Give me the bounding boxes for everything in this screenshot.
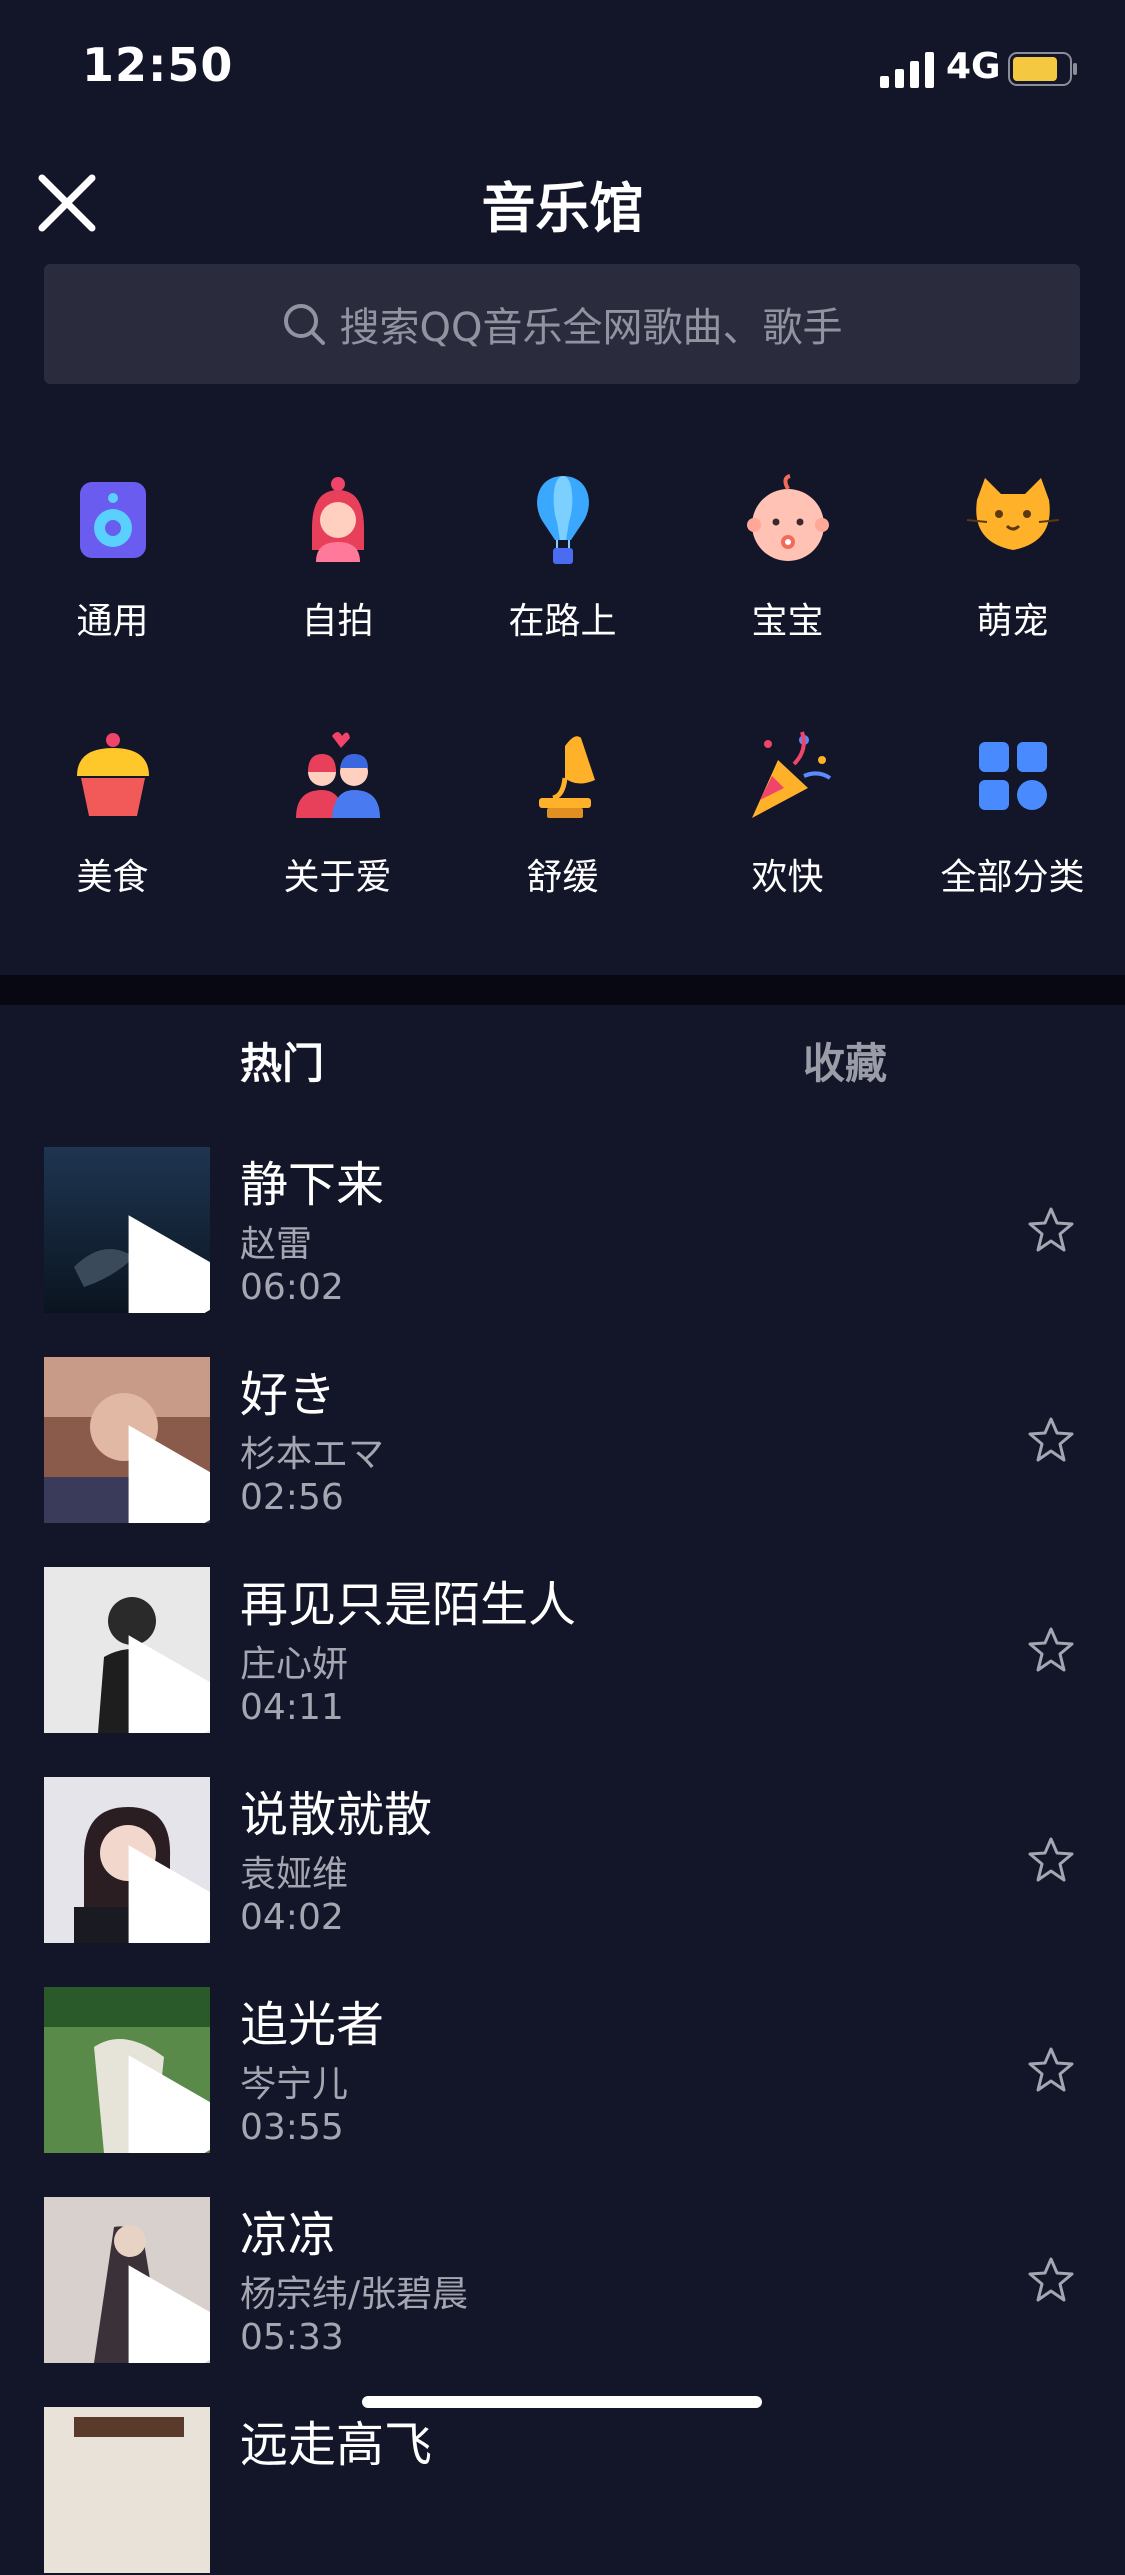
album-cover[interactable] — [44, 1357, 210, 1523]
balloon-icon — [536, 476, 589, 564]
category-label: 全部分类 — [940, 857, 1085, 898]
speaker-icon — [79, 482, 146, 558]
category-label: 在路上 — [508, 601, 617, 642]
search-icon — [283, 304, 325, 345]
girl-icon — [311, 477, 364, 562]
album-cover[interactable] — [44, 2197, 210, 2363]
album-cover[interactable] — [44, 1147, 210, 1313]
star-icon[interactable] — [1026, 2255, 1076, 2305]
play-icon — [128, 1215, 210, 1313]
song-row[interactable]: 静下来 赵雷 06:02 — [0, 1145, 1125, 1315]
category-cheerful[interactable]: 欢快 — [675, 726, 900, 946]
song-title: 凉凉 — [240, 2207, 337, 2263]
play-icon — [128, 1845, 210, 1943]
song-row[interactable]: 凉凉 杨宗纬/张碧晨 05:33 — [0, 2195, 1125, 2365]
category-label: 关于爱 — [283, 857, 392, 898]
play-icon — [128, 2055, 210, 2153]
song-duration: 05:33 — [240, 2317, 344, 2358]
category-label: 宝宝 — [751, 601, 824, 642]
song-title: 静下来 — [240, 1157, 385, 1213]
category-on-the-road[interactable]: 在路上 — [450, 470, 675, 690]
tab-bar: 热门 收藏 — [0, 1030, 1125, 1100]
song-artist: 杉本エマ — [240, 1434, 385, 1475]
status-bar: 12:50 4G — [0, 0, 1125, 140]
party-popper-icon — [751, 731, 831, 818]
song-title: 再见只是陌生人 — [240, 1577, 577, 1633]
category-soothing[interactable]: 舒缓 — [450, 726, 675, 946]
song-duration: 02:56 — [240, 1477, 344, 1518]
category-all[interactable]: 全部分类 — [900, 726, 1125, 946]
tab-favorites[interactable]: 收藏 — [803, 1030, 887, 1091]
category-pets[interactable]: 萌宠 — [900, 470, 1125, 690]
song-row[interactable]: 再见只是陌生人 庄心妍 04:11 — [0, 1565, 1125, 1735]
signal-icon — [880, 52, 934, 88]
song-duration: 06:02 — [240, 1267, 344, 1308]
category-label: 通用 — [76, 601, 149, 642]
song-row[interactable]: 追光者 岑宁儿 03:55 — [0, 1985, 1125, 2155]
album-cover[interactable] — [44, 1567, 210, 1733]
category-love[interactable]: 关于爱 — [225, 726, 450, 946]
song-title: 追光者 — [240, 1997, 385, 2053]
category-selfie[interactable]: 自拍 — [225, 470, 450, 690]
song-row[interactable]: 说散就散 袁娅维 04:02 — [0, 1775, 1125, 1945]
category-label: 美食 — [76, 857, 149, 898]
baby-icon — [746, 474, 829, 561]
status-time: 12:50 — [82, 38, 234, 92]
song-artist: 岑宁儿 — [240, 2064, 349, 2105]
play-icon — [128, 1425, 210, 1523]
song-row[interactable]: 远走高飞 — [0, 2405, 1125, 2575]
star-icon[interactable] — [1026, 1835, 1076, 1885]
page-title: 音乐馆 — [481, 177, 644, 240]
category-label: 欢快 — [751, 857, 824, 898]
star-icon[interactable] — [1026, 2045, 1076, 2095]
song-artist: 杨宗纬/张碧晨 — [240, 2274, 469, 2315]
section-divider — [0, 975, 1125, 1005]
category-food[interactable]: 美食 — [0, 726, 225, 946]
tab-hot[interactable]: 热门 — [240, 1030, 324, 1091]
song-duration: 04:11 — [240, 1687, 344, 1728]
search-placeholder: 搜索QQ音乐全网歌曲、歌手 — [339, 305, 843, 351]
couple-icon — [295, 732, 380, 818]
album-cover[interactable] — [44, 1987, 210, 2153]
song-title: 说散就散 — [240, 1787, 433, 1843]
gramophone-icon — [538, 736, 595, 818]
play-icon — [128, 1635, 210, 1733]
album-cover[interactable] — [44, 2407, 210, 2573]
search-bar[interactable]: 搜索QQ音乐全网歌曲、歌手 — [44, 264, 1080, 384]
category-label: 萌宠 — [976, 601, 1049, 642]
song-title: 远走高飞 — [240, 2417, 433, 2473]
category-general[interactable]: 通用 — [0, 470, 225, 690]
song-duration: 04:02 — [240, 1897, 344, 1938]
battery-icon — [1008, 52, 1077, 86]
category-label: 自拍 — [301, 601, 374, 642]
song-artist: 庄心妍 — [240, 1644, 349, 1685]
album-art — [44, 2407, 210, 2573]
star-icon[interactable] — [1026, 1625, 1076, 1675]
album-cover[interactable] — [44, 1777, 210, 1943]
home-indicator[interactable] — [362, 2396, 762, 2408]
cat-icon — [966, 478, 1059, 550]
star-icon[interactable] — [1026, 1415, 1076, 1465]
cupcake-icon — [76, 733, 149, 816]
song-artist: 袁娅维 — [240, 1854, 349, 1895]
song-artist: 赵雷 — [240, 1224, 313, 1265]
grid-icon — [978, 742, 1047, 810]
header: 音乐馆 — [0, 140, 1125, 260]
category-baby[interactable]: 宝宝 — [675, 470, 900, 690]
network-type: 4G — [946, 46, 1001, 87]
song-duration: 03:55 — [240, 2107, 344, 2148]
play-icon — [128, 2265, 210, 2363]
category-label: 舒缓 — [526, 857, 599, 898]
star-icon[interactable] — [1026, 1205, 1076, 1255]
song-title: 好き — [240, 1367, 337, 1423]
song-row[interactable]: 好き 杉本エマ 02:56 — [0, 1355, 1125, 1525]
